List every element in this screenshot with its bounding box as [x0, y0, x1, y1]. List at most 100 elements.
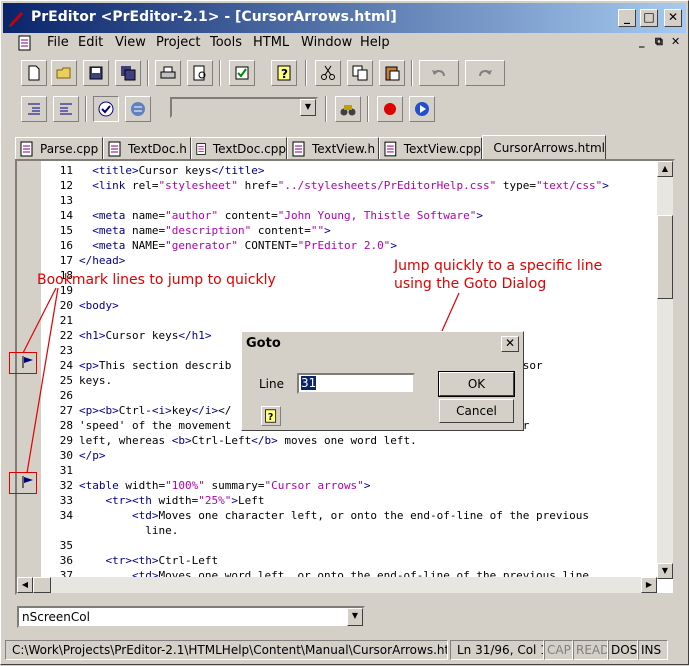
tab-textview-cpp[interactable]: TextView.cpp: [379, 137, 482, 159]
code-line[interactable]: 36 <tr><th>Ctrl-Left: [41, 553, 218, 568]
menu-html[interactable]: HTML: [253, 35, 289, 50]
scroll-right-icon[interactable]: ▶: [641, 577, 657, 593]
chevron-down-icon[interactable]: ▼: [300, 99, 316, 116]
code-line[interactable]: line.: [41, 523, 178, 538]
code-line[interactable]: 16 <meta NAME="generator" CONTENT="PrEdi…: [41, 238, 397, 253]
scroll-up-icon[interactable]: ▲: [657, 161, 673, 177]
title-bar[interactable]: PrEditor <PrEditor-2.1> - [CursorArrows.…: [3, 3, 686, 33]
edit-toolbar: ▼: [3, 91, 686, 127]
code-line[interactable]: 15 <meta name="description" content="">: [41, 223, 331, 238]
tab-textview-h[interactable]: TextView.h: [287, 137, 379, 159]
status-read: READ: [573, 640, 608, 660]
menu-tools[interactable]: Tools: [210, 35, 242, 50]
find-button[interactable]: [335, 96, 361, 122]
menu-window[interactable]: Window: [301, 35, 352, 50]
toolbar-combo[interactable]: ▼: [170, 97, 318, 118]
line-text: <tr><th width="25%">Left: [79, 494, 264, 507]
list-button[interactable]: [125, 96, 151, 122]
scroll-thumb[interactable]: [33, 577, 51, 593]
help-icon: ?: [275, 64, 293, 82]
line-text: <meta name="description" content="">: [79, 224, 331, 237]
check-button[interactable]: [93, 96, 119, 122]
line-number: 11: [41, 163, 73, 178]
play-macro-button[interactable]: [409, 96, 435, 122]
function-combo[interactable]: nScreenCol ▼: [17, 606, 365, 628]
paste-button[interactable]: [379, 60, 405, 86]
scroll-down-icon[interactable]: ▼: [657, 563, 673, 579]
code-line[interactable]: 31: [41, 463, 79, 478]
minimize-button[interactable]: _: [618, 9, 636, 27]
document-icon[interactable]: [17, 35, 33, 51]
code-line[interactable]: 11 <title>Cursor keys</title>: [41, 163, 264, 178]
menu-edit[interactable]: Edit: [78, 35, 103, 50]
menu-project[interactable]: Project: [156, 35, 200, 50]
tab-parse-cpp[interactable]: Parse.cpp: [15, 137, 103, 159]
goto-dialog-title[interactable]: Goto: [244, 334, 521, 354]
menu-help[interactable]: Help: [360, 35, 390, 50]
close-button[interactable]: ✕: [664, 9, 682, 27]
code-line[interactable]: 13: [41, 193, 79, 208]
maximize-button[interactable]: □: [640, 9, 658, 27]
code-line[interactable]: 25keys.: [41, 373, 112, 388]
copy-button[interactable]: [347, 60, 373, 86]
main-window: PrEditor <PrEditor-2.1> - [CursorArrows.…: [0, 0, 689, 665]
mdi-close-button[interactable]: ✕: [671, 35, 680, 48]
code-line[interactable]: 12 <link rel="stylesheet" href="../style…: [41, 178, 609, 193]
print-button[interactable]: [155, 60, 181, 86]
line-number: 23: [41, 343, 73, 358]
menu-file[interactable]: File: [47, 35, 69, 50]
mdi-minimize-button[interactable]: _: [639, 35, 645, 48]
tab-textdoc-h[interactable]: TextDoc.h: [103, 137, 191, 159]
code-line[interactable]: 14 <meta name="author" content="John You…: [41, 208, 483, 223]
line-number: 13: [41, 193, 73, 208]
close-icon[interactable]: ✕: [501, 336, 519, 352]
line-text: <tr><th>Ctrl-Left: [79, 554, 218, 567]
line-text: <body>: [79, 299, 119, 312]
line-number-input[interactable]: 31: [297, 373, 415, 394]
document-icon: [20, 141, 34, 157]
mdi-restore-button[interactable]: ⧉: [655, 35, 663, 49]
record-macro-button[interactable]: [377, 96, 403, 122]
tab-label: TextView.cpp: [404, 142, 481, 156]
scroll-thumb[interactable]: [657, 215, 673, 299]
ok-button[interactable]: OK: [439, 372, 514, 396]
scroll-left-icon[interactable]: ◀: [17, 577, 33, 593]
help-button[interactable]: ?: [271, 60, 297, 86]
tab-cursorarrows-html[interactable]: CursorArrows.html: [482, 135, 606, 159]
function-combo-value: nScreenCol: [22, 610, 90, 624]
code-line[interactable]: 33 <tr><th width="25%">Left: [41, 493, 264, 508]
code-line[interactable]: 20<body>: [41, 298, 119, 313]
chevron-down-icon[interactable]: ▼: [347, 608, 363, 626]
code-line[interactable]: 26: [41, 388, 79, 403]
line-number: 28: [41, 418, 73, 433]
code-line[interactable]: 23: [41, 343, 79, 358]
save-all-button[interactable]: [115, 60, 141, 86]
code-line[interactable]: 34 <td>Moves one character left, or onto…: [41, 508, 589, 523]
properties-button[interactable]: [229, 60, 255, 86]
indent-button[interactable]: [53, 96, 79, 122]
print-preview-button[interactable]: [187, 60, 213, 86]
vertical-scrollbar[interactable]: ▲ ▼: [657, 161, 673, 579]
tab-textdoc-cpp[interactable]: TextDoc.cpp: [191, 137, 287, 159]
horizontal-scrollbar[interactable]: ◀ ▶: [17, 577, 657, 593]
code-line[interactable]: 22<h1>Cursor keys</h1>: [41, 328, 211, 343]
svg-text:?: ?: [268, 412, 273, 423]
new-file-button[interactable]: [21, 60, 47, 86]
code-line[interactable]: 17</head>: [41, 253, 125, 268]
redo-button[interactable]: [465, 60, 505, 86]
open-button[interactable]: [51, 60, 77, 86]
code-line[interactable]: 21: [41, 313, 79, 328]
code-line[interactable]: 29left, whereas <b>Ctrl-Left</b> moves o…: [41, 433, 417, 448]
code-line[interactable]: 35: [41, 538, 79, 553]
code-line[interactable]: 30</p>: [41, 448, 106, 463]
line-text: left, whereas <b>Ctrl-Left</b> moves one…: [79, 434, 417, 447]
help-button[interactable]: ?: [261, 406, 281, 426]
code-line[interactable]: 32<table width="100%" summary="Cursor ar…: [41, 478, 370, 493]
save-button[interactable]: [83, 60, 109, 86]
cancel-button[interactable]: Cancel: [439, 399, 514, 423]
cut-button[interactable]: [315, 60, 341, 86]
line-number: 22: [41, 328, 73, 343]
menu-view[interactable]: View: [115, 35, 146, 50]
outdent-button[interactable]: [21, 96, 47, 122]
undo-button[interactable]: [419, 60, 459, 86]
